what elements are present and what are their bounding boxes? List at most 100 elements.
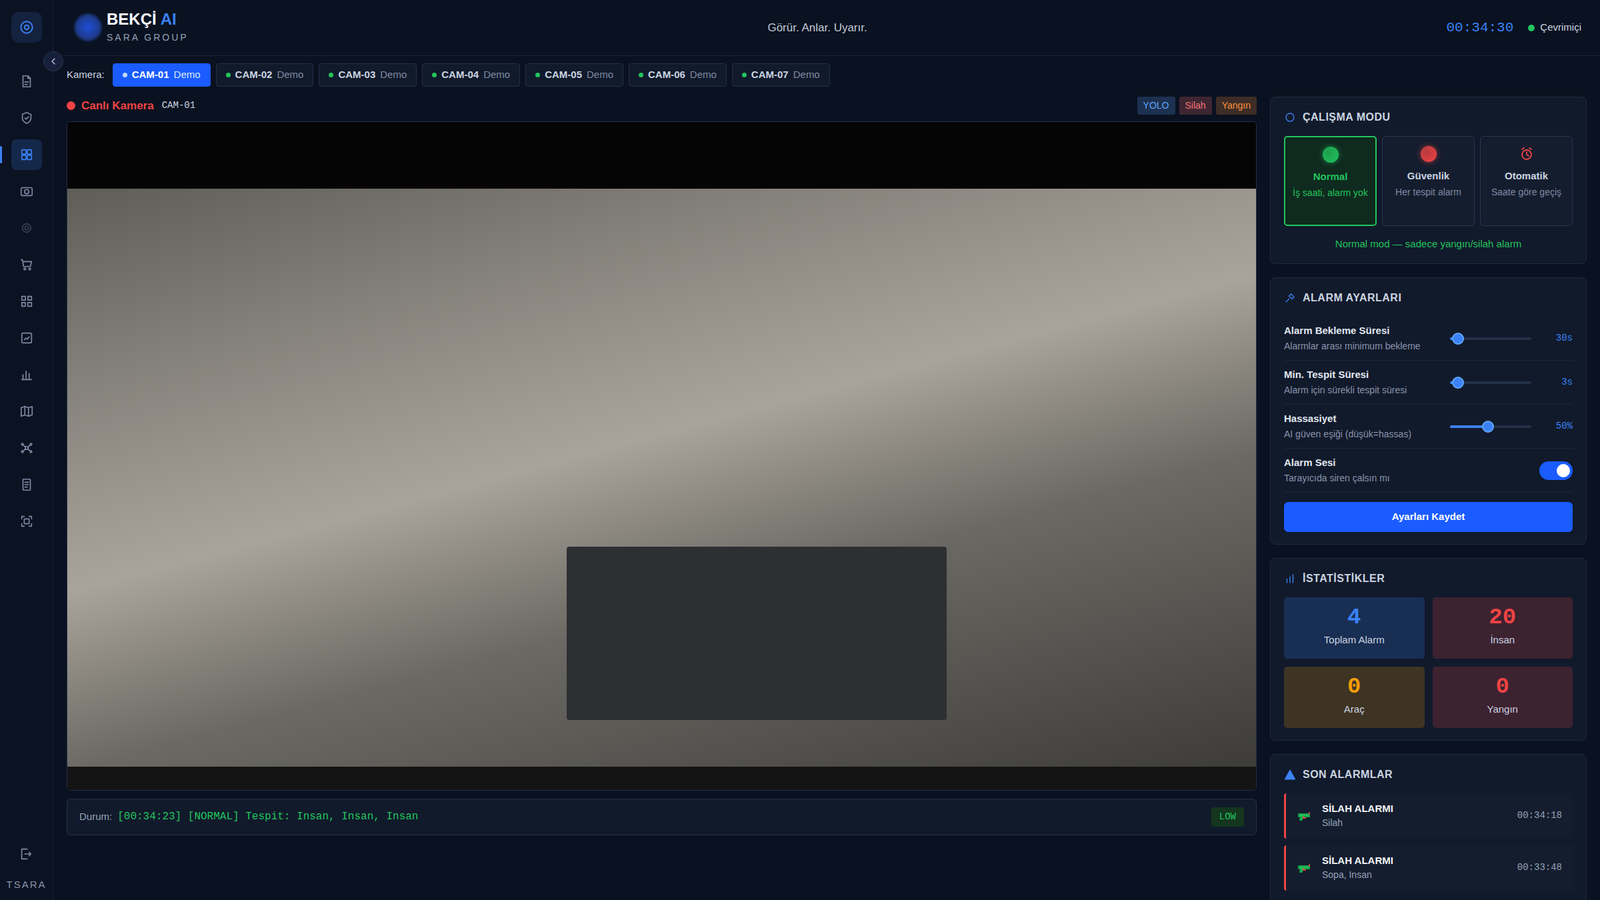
icon-shape	[1298, 814, 1310, 820]
sidebar: TSARA	[0, 0, 54, 900]
status-text: [00:34:23] [NORMAL] Tespit: Insan, Insan…	[117, 808, 418, 825]
mode-option[interactable]: GüvenlikHer tespit alarm	[1382, 136, 1475, 226]
mode-name: Güvenlik	[1386, 168, 1470, 184]
icon-shape	[22, 76, 30, 88]
alert-item[interactable]: SİLAH ALARMISilah00:34:18	[1284, 793, 1573, 839]
setting-text: Min. Tespit SüresiAlarm için sürekli tes…	[1284, 367, 1442, 398]
sidebar-item[interactable]	[11, 102, 42, 134]
connection-label: Çevrimiçi	[1540, 20, 1582, 36]
sidebar-item[interactable]	[11, 506, 42, 537]
slider-track[interactable]	[1450, 381, 1532, 384]
icon-shape	[19, 367, 34, 382]
icon-shape	[19, 404, 34, 419]
chevron-left-icon	[48, 56, 59, 67]
mode-description: İş saati, alarm yok	[1289, 186, 1372, 199]
sidebar-item[interactable]	[11, 359, 42, 390]
status-dot	[638, 72, 644, 78]
setting-text: HassasiyetAI güven eşiği (düşük=hassas)	[1284, 411, 1442, 442]
stat-value: 0	[1438, 674, 1568, 700]
camera-name: CAM-01	[132, 67, 170, 83]
live-indicator: Canlı KameraCAM-01	[66, 97, 196, 115]
collapse-button[interactable]	[43, 51, 64, 72]
logout-button[interactable]	[10, 838, 42, 870]
panel-title: ALARM AYARLARI	[1284, 290, 1573, 306]
brand: BEKÇİAISARA GROUP	[73, 10, 189, 44]
status-dot	[535, 72, 540, 78]
setting-description: Tarayıcıda siren çalsın mı	[1284, 471, 1532, 486]
feed-image	[67, 188, 1256, 767]
app: TSARABEKÇİAISARA GROUPGörür. Anlar. Uyar…	[0, 0, 1600, 900]
apps-icon	[19, 294, 34, 309]
alert-title: SİLAH ALARMI	[1322, 801, 1508, 817]
icon-shape	[24, 226, 29, 230]
sidebar-item[interactable]	[11, 432, 42, 464]
slider-thumb[interactable]	[1482, 420, 1494, 433]
camera-tab[interactable]: CAM-06Demo	[628, 63, 727, 87]
scan-icon	[19, 514, 34, 529]
mode-dot	[1420, 146, 1437, 162]
setting-description: Alarmlar arası minimum bekleme	[1284, 339, 1442, 354]
mode-option[interactable]: Normalİş saati, alarm yok	[1284, 136, 1377, 226]
camera-tab[interactable]: CAM-05Demo	[525, 63, 624, 87]
slider-thumb[interactable]	[1452, 376, 1464, 389]
icon-shape	[26, 155, 31, 160]
status-label: Durum:	[79, 809, 112, 825]
alarm-sound-toggle[interactable]	[1539, 461, 1573, 480]
sidebar-item[interactable]	[11, 212, 42, 244]
icon-shape	[24, 518, 29, 524]
icon-shape	[20, 406, 32, 417]
slider-thumb[interactable]	[1452, 332, 1464, 345]
video-header: Canlı KameraCAM-01YOLOSilahYangın	[66, 96, 1257, 116]
sidebar-item[interactable]	[11, 322, 42, 354]
setting-description: AI güven eşiği (düşük=hassas)	[1284, 427, 1442, 442]
camera-tab[interactable]: CAM-04Demo	[422, 63, 520, 87]
camera-label: Kamera:	[66, 67, 105, 83]
live-dot	[66, 101, 76, 110]
camera-tag: Demo	[380, 67, 407, 83]
icon-shape	[22, 224, 31, 233]
sidebar-item[interactable]	[11, 469, 42, 500]
gun-icon	[1296, 808, 1313, 824]
slider-value: 30s	[1539, 331, 1573, 346]
icon-shape	[1522, 148, 1532, 156]
mode-option[interactable]: OtomatikSaate göre geçiş	[1480, 136, 1573, 226]
slider-track[interactable]	[1450, 337, 1532, 340]
icon-shape	[21, 333, 32, 344]
sidebar-item[interactable]	[11, 249, 42, 280]
camera-name: CAM-05	[544, 67, 582, 83]
feed-footer	[67, 766, 1256, 790]
icon-shape	[20, 21, 32, 33]
risk-badge: LOW	[1211, 807, 1244, 827]
sidebar-item[interactable]	[11, 396, 42, 427]
icon-shape	[1287, 574, 1294, 583]
status-dot	[328, 72, 334, 78]
stats-icon	[1284, 572, 1296, 585]
icon-shape	[28, 268, 31, 270]
alerts-panel: SON ALARMLARSİLAH ALARMISilah00:34:18SİL…	[1270, 754, 1587, 900]
slider-track[interactable]	[1450, 425, 1532, 428]
camera-tab[interactable]: CAM-01Demo	[112, 63, 211, 87]
sidebar-item[interactable]	[11, 66, 42, 97]
panel-title-text: ALARM AYARLARI	[1302, 290, 1402, 306]
icon-shape	[1285, 770, 1296, 780]
camera-tab[interactable]: CAM-03Demo	[318, 63, 417, 87]
sidebar-item[interactable]	[11, 286, 42, 317]
setting-row: Alarm Bekleme SüresiAlarmlar arası minim…	[1284, 316, 1573, 361]
camera-tab[interactable]: CAM-02Demo	[216, 63, 314, 87]
icon-shape	[1308, 812, 1310, 814]
chart-icon	[19, 367, 34, 382]
alert-item[interactable]: SİLAH ALARMISopa, Insan00:33:48	[1284, 845, 1573, 891]
camera-tab[interactable]: CAM-07Demo	[732, 63, 830, 87]
icon-shape	[20, 188, 32, 196]
status-dot	[432, 72, 437, 78]
setting-row: HassasiyetAI güven eşiği (düşük=hassas)5…	[1284, 404, 1573, 449]
icon-shape	[24, 116, 29, 120]
sidebar-item[interactable]	[11, 176, 42, 207]
icon-shape	[19, 147, 34, 162]
icon-shape	[24, 482, 29, 487]
settings-icon	[1284, 292, 1296, 304]
camera-bar: Kamera:CAM-01DemoCAM-02DemoCAM-03DemoCAM…	[53, 56, 1600, 93]
sidebar-item[interactable]	[11, 139, 42, 170]
status-dot	[122, 72, 128, 78]
save-settings-button[interactable]: Ayarları Kaydet	[1284, 502, 1573, 532]
